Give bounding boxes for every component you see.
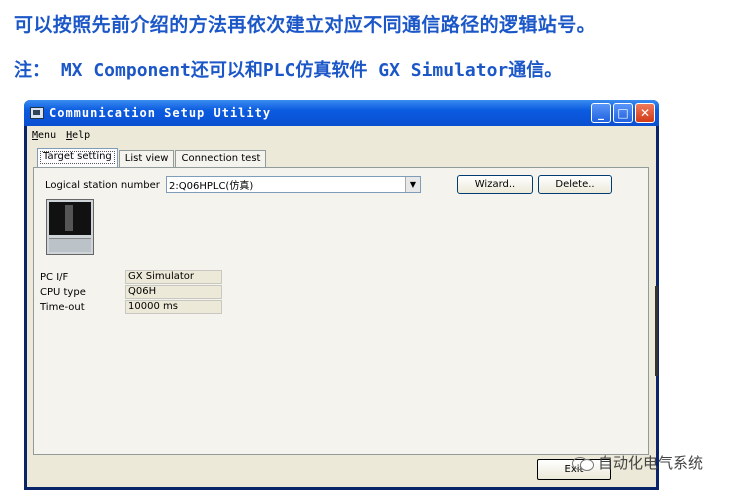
maximize-button[interactable]: □ — [613, 103, 633, 123]
target-setting-panel: Logical station number 2:Q06HPLC(仿真) ▼ W… — [33, 167, 649, 455]
pc-if-value: GX Simulator — [125, 270, 222, 284]
plc-device-icon — [46, 199, 94, 255]
tab-target-setting[interactable]: Target setting — [37, 148, 118, 167]
minimize-button[interactable]: _ — [591, 103, 611, 123]
menu-menu[interactable]: Menu — [32, 130, 56, 141]
window-title: Communication Setup Utility — [49, 106, 272, 120]
cpu-type-value: Q06H — [125, 285, 222, 299]
tab-list-view[interactable]: List view — [118, 150, 175, 167]
menu-bar: Menu Help — [27, 126, 656, 144]
menu-menu-label: enu — [38, 129, 57, 141]
time-out-label: Time-out — [40, 302, 85, 313]
tab-strip: Target setting List view Connection test — [37, 148, 267, 167]
window-client-area: Menu Help Target setting List view Conne… — [27, 126, 658, 487]
device-screen — [49, 202, 91, 235]
communication-setup-window: Communication Setup Utility _ □ ✕ Menu H… — [24, 100, 659, 490]
logical-station-select[interactable]: 2:Q06HPLC(仿真) ▼ — [166, 176, 421, 193]
device-base — [49, 238, 91, 252]
watermark-text: 自动化电气系统 — [598, 454, 704, 472]
window-edge-strip — [655, 286, 658, 376]
menu-help-label: elp — [72, 129, 91, 141]
logical-station-value: 2:Q06HPLC(仿真) — [169, 181, 254, 192]
app-window-icon — [30, 107, 44, 119]
pc-if-label: PC I/F — [40, 272, 69, 283]
watermark: 自动化电气系统 — [572, 452, 703, 473]
window-controls: _ □ ✕ — [591, 103, 655, 123]
tab-connection-test[interactable]: Connection test — [175, 150, 267, 167]
delete-button[interactable]: Delete.. — [538, 175, 612, 194]
wechat-icon — [572, 455, 594, 471]
logical-station-label: Logical station number — [45, 180, 160, 191]
caption-line-2: 注： MX Component还可以和PLC仿真软件 GX Simulator通… — [14, 60, 563, 81]
menu-help[interactable]: Help — [66, 130, 90, 141]
chevron-down-icon[interactable]: ▼ — [405, 177, 420, 192]
cpu-type-label: CPU type — [40, 287, 86, 298]
close-button[interactable]: ✕ — [635, 103, 655, 123]
title-bar[interactable]: Communication Setup Utility _ □ ✕ — [24, 100, 659, 126]
wizard-button[interactable]: Wizard.. — [457, 175, 533, 194]
time-out-value: 10000 ms — [125, 300, 222, 314]
caption-line-1: 可以按照先前介绍的方法再依次建立对应不同通信路径的逻辑站号。 — [14, 14, 597, 36]
